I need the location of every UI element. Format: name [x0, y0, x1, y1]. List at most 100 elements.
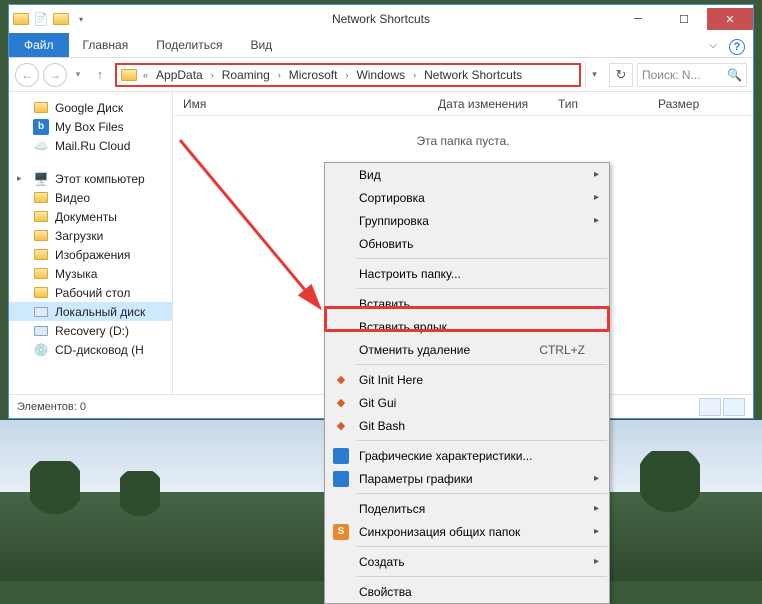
- column-headers: Имя Дата изменения Тип Размер: [173, 92, 753, 116]
- tab-view[interactable]: Вид: [236, 33, 286, 57]
- column-name[interactable]: Имя: [173, 97, 428, 111]
- context-menu-item[interactable]: Вид: [325, 163, 609, 186]
- breadcrumb[interactable]: Windows: [354, 68, 407, 82]
- sidebar-item-computer[interactable]: ▸🖥️Этот компьютер: [9, 169, 172, 188]
- context-menu-separator: [357, 288, 607, 289]
- up-button[interactable]: ↑: [89, 64, 111, 86]
- navigation-bar: ← → ▾ ↑ « AppData › Roaming › Microsoft …: [9, 58, 753, 92]
- context-menu-label: Поделиться: [359, 502, 425, 516]
- view-details-icon[interactable]: [699, 398, 721, 416]
- qat-newfolder-icon[interactable]: [53, 11, 69, 27]
- sidebar-item-box[interactable]: bMy Box Files: [9, 117, 172, 136]
- close-button[interactable]: ✕: [707, 8, 753, 30]
- minimize-button[interactable]: ─: [615, 8, 661, 30]
- context-menu-item[interactable]: Графические характеристики...: [325, 444, 609, 467]
- context-menu-label: Сортировка: [359, 191, 425, 205]
- context-menu-label: Вставить ярлык: [359, 320, 447, 334]
- tab-home[interactable]: Главная: [69, 33, 143, 57]
- context-menu-label: Git Init Here: [359, 373, 423, 387]
- breadcrumb[interactable]: Network Shortcuts: [422, 68, 524, 82]
- maximize-button[interactable]: ☐: [661, 8, 707, 30]
- titlebar: 📄 ▾ Network Shortcuts ─ ☐ ✕: [9, 5, 753, 33]
- context-menu-label: Настроить папку...: [359, 267, 461, 281]
- ribbon-tabs: Файл Главная Поделиться Вид ⌵ ?: [9, 33, 753, 58]
- help-icon[interactable]: ?: [729, 39, 745, 55]
- sidebar-item-local-disk[interactable]: Локальный диск: [9, 302, 172, 321]
- window-icon: [13, 11, 29, 27]
- tab-share[interactable]: Поделиться: [142, 33, 236, 57]
- search-input[interactable]: Поиск: N... 🔍: [637, 63, 747, 87]
- sync-icon: S: [333, 524, 349, 540]
- back-button[interactable]: ←: [15, 63, 39, 87]
- sidebar-item-google-disk[interactable]: Google Диск: [9, 98, 172, 117]
- sidebar-item-downloads[interactable]: Загрузки: [9, 226, 172, 245]
- sidebar-item-mailru[interactable]: ☁️Mail.Ru Cloud: [9, 136, 172, 155]
- sidebar-item-pictures[interactable]: Изображения: [9, 245, 172, 264]
- history-dropdown-icon[interactable]: ▾: [71, 69, 85, 80]
- breadcrumb[interactable]: AppData: [154, 68, 205, 82]
- search-placeholder: Поиск: N...: [642, 68, 701, 82]
- forward-button[interactable]: →: [43, 63, 67, 87]
- context-menu-separator: [357, 576, 607, 577]
- context-menu-item[interactable]: ◆ Git Init Here: [325, 368, 609, 391]
- context-menu-item[interactable]: Параметры графики: [325, 467, 609, 490]
- context-menu-label: Вид: [359, 168, 381, 182]
- context-menu-separator: [357, 546, 607, 547]
- status-item-count: Элементов: 0: [17, 401, 86, 413]
- empty-folder-message: Эта папка пуста.: [173, 134, 753, 148]
- column-type[interactable]: Тип: [548, 97, 648, 111]
- context-menu-item[interactable]: Свойства: [325, 580, 609, 603]
- context-menu-label: Git Gui: [359, 396, 396, 410]
- context-menu-item[interactable]: Создать: [325, 550, 609, 573]
- refresh-button[interactable]: ↻: [609, 63, 633, 87]
- context-menu-item[interactable]: Поделиться: [325, 497, 609, 520]
- navigation-pane: Google Диск bMy Box Files ☁️Mail.Ru Clou…: [9, 92, 173, 394]
- sidebar-item-desktop[interactable]: Рабочий стол: [9, 283, 172, 302]
- breadcrumb[interactable]: Roaming: [220, 68, 272, 82]
- search-icon: 🔍: [727, 68, 742, 82]
- context-menu-label: Свойства: [359, 585, 412, 599]
- context-menu-label: Синхронизация общих папок: [359, 525, 520, 539]
- context-menu-label: Вставить: [359, 297, 410, 311]
- address-dropdown-icon[interactable]: ▾: [585, 62, 603, 87]
- context-menu-item[interactable]: Обновить: [325, 232, 609, 255]
- context-menu-item[interactable]: Вставить: [325, 292, 609, 315]
- context-menu-label: Создать: [359, 555, 405, 569]
- context-menu-separator: [357, 440, 607, 441]
- address-bar[interactable]: « AppData › Roaming › Microsoft › Window…: [115, 63, 581, 87]
- column-size[interactable]: Размер: [648, 97, 753, 111]
- intel-icon: [333, 471, 349, 487]
- context-menu-separator: [357, 493, 607, 494]
- context-menu: Вид Сортировка Группировка Обновить Настроит…: [324, 162, 610, 604]
- sidebar-item-recovery[interactable]: Recovery (D:): [9, 321, 172, 340]
- context-menu-label: Git Bash: [359, 419, 405, 433]
- context-menu-item[interactable]: Группировка: [325, 209, 609, 232]
- context-menu-item[interactable]: ◆ Git Gui: [325, 391, 609, 414]
- breadcrumb[interactable]: Microsoft: [287, 68, 340, 82]
- sidebar-item-cd[interactable]: 💿CD-дисковод (H: [9, 340, 172, 359]
- column-date[interactable]: Дата изменения: [428, 97, 548, 111]
- view-large-icon[interactable]: [723, 398, 745, 416]
- context-menu-item[interactable]: Настроить папку...: [325, 262, 609, 285]
- context-menu-label: Обновить: [359, 237, 413, 251]
- qat-dropdown-icon[interactable]: ▾: [73, 11, 89, 27]
- context-menu-label: Группировка: [359, 214, 429, 228]
- context-menu-separator: [357, 258, 607, 259]
- sidebar-item-music[interactable]: Музыка: [9, 264, 172, 283]
- git-icon: ◆: [333, 418, 349, 434]
- context-menu-item[interactable]: Отменить удаление CTRL+Z: [325, 338, 609, 361]
- ribbon-expand-icon[interactable]: ⌵: [701, 40, 725, 51]
- sidebar-item-videos[interactable]: Видео: [9, 188, 172, 207]
- context-menu-label: Параметры графики: [359, 472, 473, 486]
- sidebar-item-documents[interactable]: Документы: [9, 207, 172, 226]
- context-menu-item[interactable]: S Синхронизация общих папок: [325, 520, 609, 543]
- context-menu-item[interactable]: Сортировка: [325, 186, 609, 209]
- file-tab[interactable]: Файл: [9, 33, 69, 57]
- git-icon: ◆: [333, 395, 349, 411]
- context-menu-item[interactable]: Вставить ярлык: [325, 315, 609, 338]
- context-menu-shortcut: CTRL+Z: [539, 343, 585, 357]
- context-menu-label: Отменить удаление: [359, 343, 470, 357]
- qat-properties-icon[interactable]: 📄: [33, 11, 49, 27]
- context-menu-item[interactable]: ◆ Git Bash: [325, 414, 609, 437]
- git-icon: ◆: [333, 372, 349, 388]
